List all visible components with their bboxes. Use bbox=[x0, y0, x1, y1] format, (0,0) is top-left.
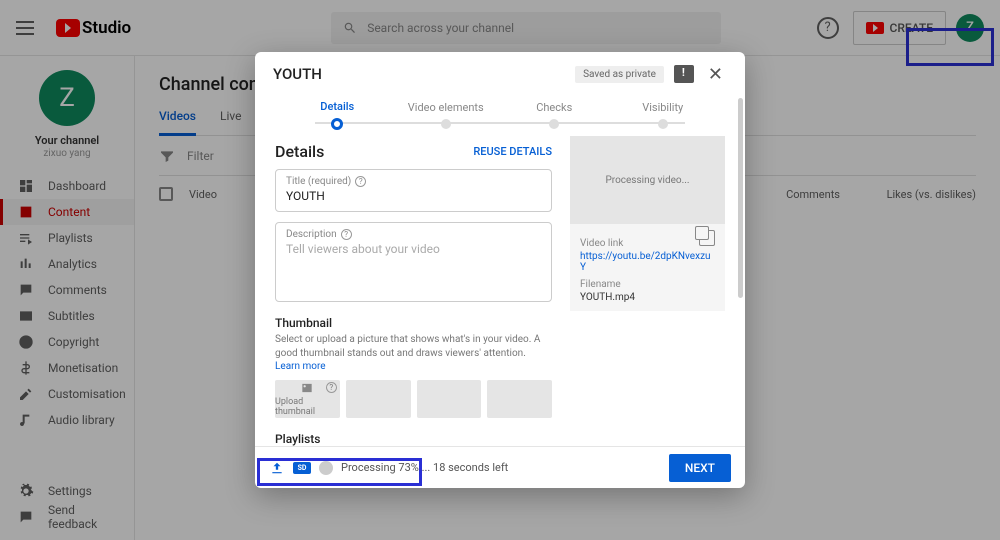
filename-label: Filename bbox=[580, 279, 715, 290]
step-label: Visibility bbox=[642, 101, 683, 114]
description-field-label: Description bbox=[286, 229, 337, 240]
thumbnail-option[interactable] bbox=[417, 380, 482, 418]
close-icon[interactable]: ✕ bbox=[704, 64, 727, 85]
upload-modal: YOUTH Saved as private ✕ Details Video e… bbox=[255, 52, 745, 488]
upload-thumbnail-button[interactable]: ? Upload thumbnail bbox=[275, 380, 340, 418]
video-preview: Processing video... bbox=[570, 136, 725, 224]
feedback-icon[interactable] bbox=[674, 65, 694, 83]
thumbnail-option[interactable] bbox=[487, 380, 552, 418]
step-details[interactable]: Details bbox=[283, 100, 392, 130]
thumbnail-learn-more[interactable]: Learn more bbox=[275, 361, 326, 372]
description-placeholder: Tell viewers about your video bbox=[286, 242, 541, 256]
upload-icon bbox=[269, 461, 285, 475]
next-button[interactable]: NEXT bbox=[669, 454, 731, 482]
step-label: Video elements bbox=[408, 101, 484, 114]
saved-badge: Saved as private bbox=[575, 66, 664, 83]
modal-footer: SD Processing 73% ... 18 seconds left NE… bbox=[255, 446, 745, 488]
modal-header: YOUTH Saved as private ✕ bbox=[255, 52, 745, 96]
modal-title: YOUTH bbox=[273, 65, 565, 83]
title-field[interactable]: Title (required)? YOUTH bbox=[275, 169, 552, 212]
step-label: Details bbox=[320, 100, 354, 113]
help-icon[interactable]: ? bbox=[355, 176, 366, 187]
description-field[interactable]: Description? Tell viewers about your vid… bbox=[275, 222, 552, 302]
modal-scrollbar[interactable] bbox=[738, 98, 743, 298]
sd-badge: SD bbox=[293, 462, 311, 474]
video-link[interactable]: https://youtu.be/2dpKNvexzuY bbox=[580, 251, 715, 273]
step-video-elements[interactable]: Video elements bbox=[392, 101, 501, 129]
reuse-details-button[interactable]: REUSE DETAILS bbox=[473, 145, 552, 158]
copy-link-icon[interactable] bbox=[699, 230, 715, 246]
playlists-section: Playlists Add your video to one or more … bbox=[275, 432, 552, 447]
thumbnail-option[interactable] bbox=[346, 380, 411, 418]
help-icon[interactable]: ? bbox=[341, 229, 352, 240]
processing-status: Processing 73% ... 18 seconds left bbox=[341, 461, 508, 474]
upload-thumb-label: Upload thumbnail bbox=[275, 397, 340, 417]
thumbnail-section: Thumbnail Select or upload a picture tha… bbox=[275, 316, 552, 418]
check-icon bbox=[319, 461, 333, 475]
step-visibility[interactable]: Visibility bbox=[609, 101, 718, 129]
filename-value: YOUTH.mp4 bbox=[580, 292, 715, 303]
title-field-label: Title (required) bbox=[286, 176, 351, 187]
videolink-label: Video link bbox=[580, 238, 715, 249]
thumbnail-desc: Select or upload a picture that shows wh… bbox=[275, 334, 540, 359]
playlists-heading: Playlists bbox=[275, 432, 552, 446]
step-checks[interactable]: Checks bbox=[500, 101, 609, 129]
thumbnail-heading: Thumbnail bbox=[275, 316, 552, 330]
title-value: YOUTH bbox=[286, 189, 541, 203]
step-label: Checks bbox=[536, 101, 572, 114]
stepper: Details Video elements Checks Visibility bbox=[255, 96, 745, 130]
video-meta: Video link https://youtu.be/2dpKNvexzuY … bbox=[570, 224, 725, 311]
details-heading: Details bbox=[275, 142, 324, 161]
help-icon[interactable]: ? bbox=[326, 382, 337, 393]
image-icon bbox=[299, 381, 315, 395]
